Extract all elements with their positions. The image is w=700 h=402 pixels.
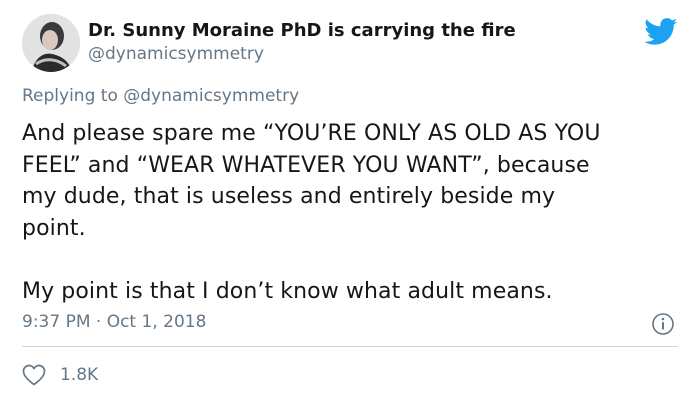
author-handle[interactable]: @dynamicsymmetry [88, 44, 264, 64]
replying-mention-link[interactable]: @dynamicsymmetry [123, 86, 299, 106]
like-count: 1.8K [60, 365, 99, 385]
tweet-text: And please spare me “YOU’RE ONLY AS OLD … [22, 121, 601, 304]
author-display-name[interactable]: Dr. Sunny Moraine PhD is carrying the fi… [88, 20, 516, 41]
like-button[interactable]: 1.8K [22, 362, 98, 388]
tweet-timestamp[interactable]: 9:37 PM · Oct 1, 2018 [22, 312, 206, 332]
tweet-card: Dr. Sunny Moraine PhD is carrying the fi… [0, 0, 700, 402]
replying-prefix: Replying to [22, 86, 124, 106]
heart-icon [22, 364, 46, 386]
avatar-image [22, 14, 80, 72]
info-icon[interactable] [651, 312, 675, 336]
twitter-bird-icon[interactable] [644, 18, 678, 46]
replying-to: Replying to @dynamicsymmetry [22, 86, 299, 106]
avatar[interactable] [22, 14, 80, 72]
divider [22, 346, 678, 347]
